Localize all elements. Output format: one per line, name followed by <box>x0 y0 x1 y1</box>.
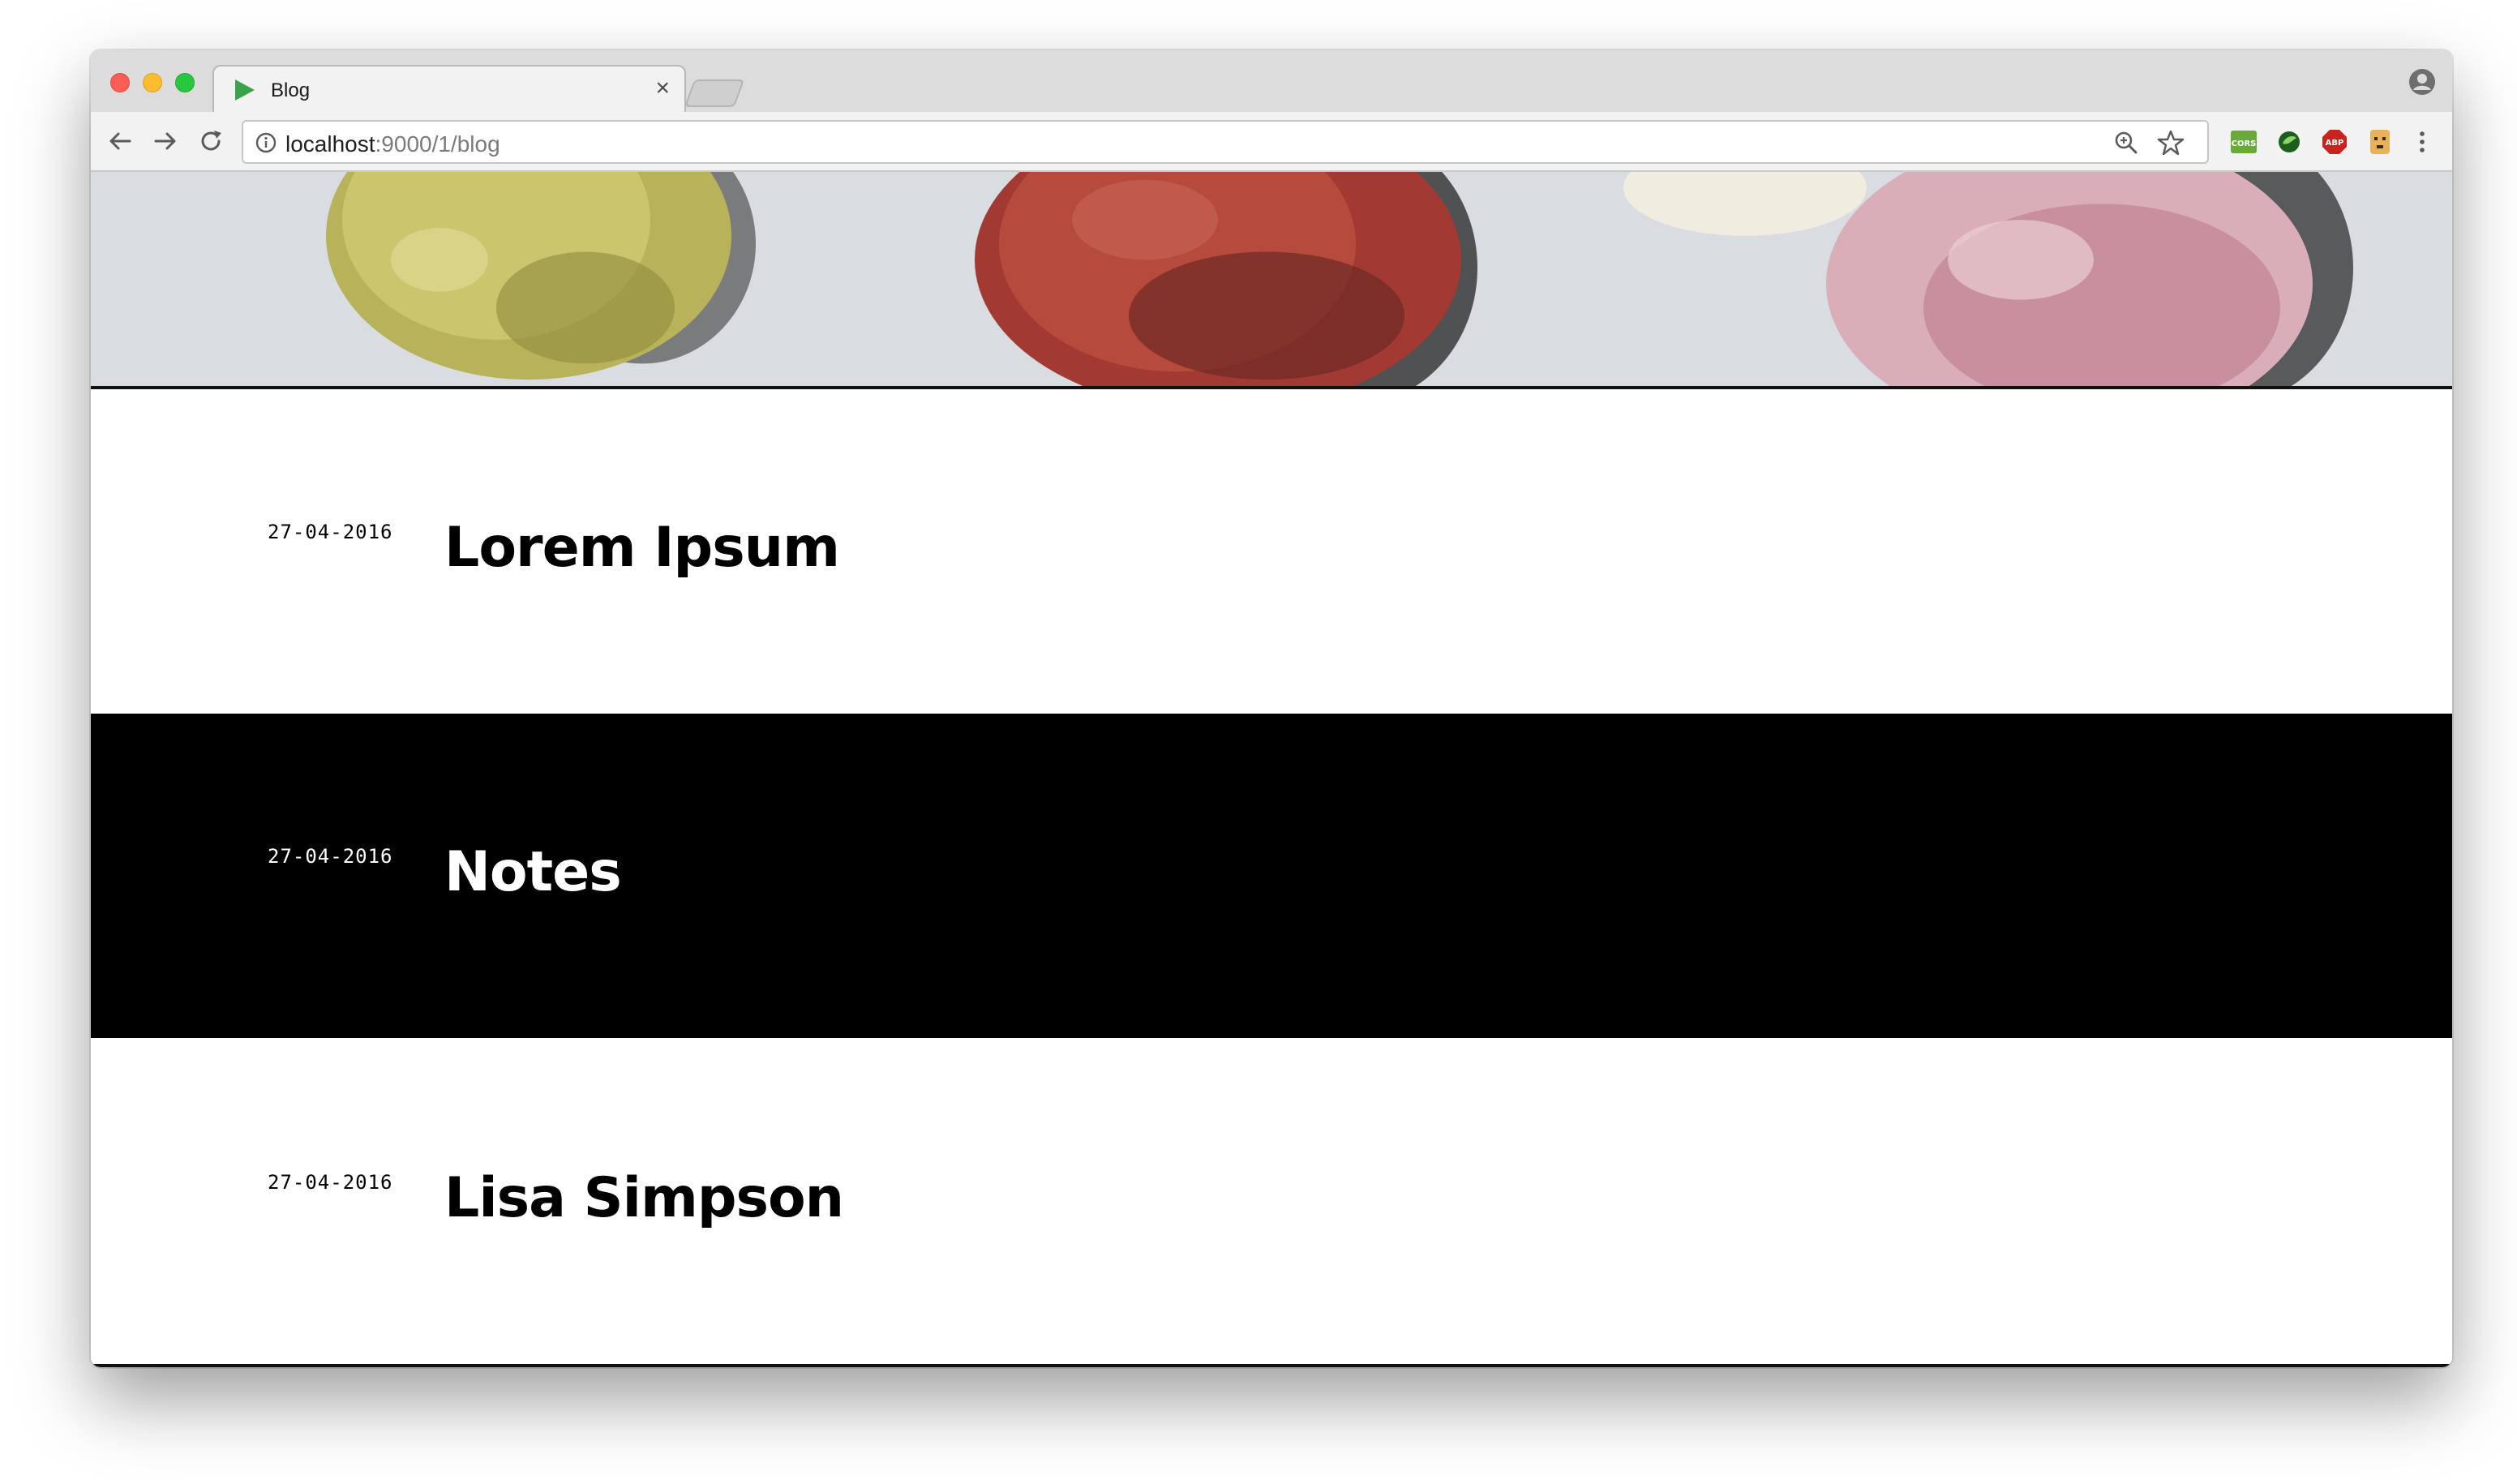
zoom-icon[interactable] <box>2113 130 2139 156</box>
post-date: 27-04-2016 <box>268 1171 393 1194</box>
url-host: localhost <box>285 131 375 157</box>
svg-text:CORS: CORS <box>2232 139 2257 148</box>
url-text[interactable]: localhost:9000/1/blog <box>285 131 500 157</box>
info-icon[interactable] <box>255 131 277 154</box>
post-row[interactable]: 27-04-2016 Lorem Ipsum <box>91 389 2452 714</box>
hero-lychee-image <box>91 172 2452 389</box>
more-menu-icon[interactable] <box>2413 128 2431 156</box>
maximize-window-button[interactable] <box>175 73 195 92</box>
svg-text:ABP: ABP <box>2326 139 2344 148</box>
forward-arrow-icon[interactable] <box>151 127 180 156</box>
face-extension-icon[interactable] <box>2366 128 2394 156</box>
post-date: 27-04-2016 <box>268 521 393 543</box>
tab-blog[interactable]: Blog × <box>212 65 686 114</box>
address-bar[interactable]: localhost:9000/1/blog <box>242 120 2209 164</box>
tab-strip: Blog × <box>91 50 2452 114</box>
url-path: :9000/1/blog <box>375 131 500 157</box>
bookmark-star-icon[interactable] <box>2157 129 2185 157</box>
post-title-link[interactable]: Notes <box>444 840 622 904</box>
post-title-link[interactable]: Lisa Simpson <box>444 1166 844 1230</box>
profile-icon[interactable] <box>2408 68 2436 96</box>
adblock-plus-icon[interactable]: ABP <box>2321 128 2348 156</box>
tab-title: Blog <box>271 79 311 101</box>
post-row[interactable]: 27-04-2016 Notes <box>91 714 2452 1038</box>
back-arrow-icon[interactable] <box>105 127 135 156</box>
new-tab-button[interactable] <box>684 79 745 107</box>
close-window-button[interactable] <box>110 73 130 92</box>
green-extension-icon[interactable] <box>2275 128 2303 156</box>
page-viewport[interactable]: 27-04-2016 Lorem Ipsum 27-04-2016 Notes … <box>91 172 2452 1367</box>
post-title-link[interactable]: Lorem Ipsum <box>444 516 840 580</box>
browser-window: Blog × localhost:9000/1/blog CORS ABP 27… <box>91 50 2452 1367</box>
play-favicon-icon <box>235 79 255 101</box>
post-row[interactable]: 27-04-2016 Lisa Simpson <box>91 1040 2452 1367</box>
post-date: 27-04-2016 <box>268 845 393 868</box>
cors-extension-icon[interactable]: CORS <box>2230 128 2258 156</box>
minimize-window-button[interactable] <box>143 73 162 92</box>
reload-icon[interactable] <box>196 127 225 156</box>
tab-close-button[interactable]: × <box>655 75 670 101</box>
browser-toolbar: localhost:9000/1/blog CORS ABP <box>91 112 2452 172</box>
